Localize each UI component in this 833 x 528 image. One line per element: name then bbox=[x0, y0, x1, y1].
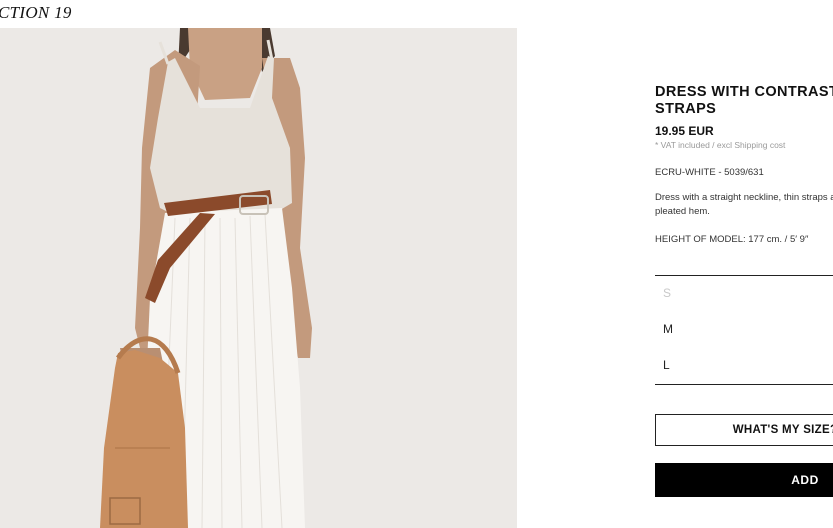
size-list-top-divider bbox=[655, 275, 833, 276]
product-info-panel: DRESS WITH CONTRASTING STRAPS 19.95 EUR … bbox=[655, 0, 833, 528]
product-photo-illustration bbox=[0, 28, 517, 528]
vat-note: * VAT included / excl Shipping cost bbox=[655, 140, 786, 150]
color-reference: ECRU-WHITE - 5039/631 bbox=[655, 167, 764, 178]
size-option-s[interactable]: S bbox=[655, 279, 833, 307]
whats-my-size-button[interactable]: WHAT'S MY SIZE? bbox=[655, 414, 833, 446]
size-option-l[interactable]: L bbox=[655, 351, 833, 379]
product-price: 19.95 EUR bbox=[655, 124, 714, 138]
size-list-bottom-divider bbox=[655, 384, 833, 385]
size-option-m[interactable]: M bbox=[655, 315, 833, 343]
add-button-label: ADD bbox=[791, 473, 819, 487]
product-image[interactable] bbox=[0, 28, 517, 528]
collection-label: CTION 19 bbox=[0, 3, 72, 22]
add-to-cart-button[interactable]: ADD bbox=[655, 463, 833, 497]
product-description: Dress with a straight neckline, thin str… bbox=[655, 192, 833, 217]
whats-my-size-label: WHAT'S MY SIZE? bbox=[732, 424, 833, 436]
model-height: HEIGHT OF MODEL: 177 cm. / 5′ 9″ bbox=[655, 234, 809, 245]
product-title: DRESS WITH CONTRASTING STRAPS bbox=[655, 84, 833, 117]
